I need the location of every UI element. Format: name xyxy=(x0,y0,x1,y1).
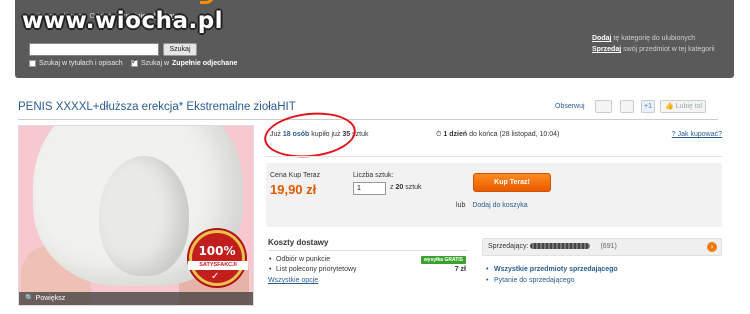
buy-now-button[interactable]: Kup Teraz! xyxy=(473,173,551,192)
facebook-like-button[interactable]: 👍 Lubię to! xyxy=(660,100,706,113)
shipping-amount: 7 zł xyxy=(454,266,466,273)
title-divider xyxy=(18,119,718,120)
seller-links: Wszystkie przedmioty sprzedającego Pytan… xyxy=(486,264,618,286)
shipping-option-label: Odbiór w punkcie xyxy=(276,256,331,263)
clock-icon: ⏱ xyxy=(436,131,442,138)
quantity-of-count: 20 xyxy=(395,184,404,191)
time-left-value: 1 dzień xyxy=(443,131,468,138)
titles-checkbox[interactable] xyxy=(29,60,36,67)
category-checkbox[interactable] xyxy=(131,57,138,67)
sell-link[interactable]: Sprzedaj xyxy=(592,46,621,53)
search-option-titles[interactable]: Szukaj w tytułach i opisach xyxy=(29,60,123,67)
check-icon: ✓ xyxy=(211,271,220,282)
badge-percent: 100% xyxy=(198,244,236,258)
quantity-label: Liczba sztuk: xyxy=(353,172,394,179)
quantity-input[interactable] xyxy=(353,182,386,195)
time-left-text: do końca (28 listopad, 10:04) xyxy=(469,131,560,138)
like-label: Lubię to! xyxy=(675,103,703,110)
add-to-cart-link[interactable]: Dodaj do koszyka xyxy=(472,202,527,209)
quantity-of-prefix: z xyxy=(390,184,394,191)
help-icon: ? xyxy=(671,131,676,138)
or-label: lub xyxy=(456,202,466,209)
shipping-row: List polecony priorytetowy 7 zł xyxy=(268,265,468,275)
twitter-share-icon[interactable] xyxy=(620,100,634,113)
badge-text: SATYSFAKCJI xyxy=(188,261,248,270)
zoom-bar[interactable]: 🔍 Powiększ xyxy=(19,292,253,305)
free-shipping-badge: wysyłka GRATIS xyxy=(420,256,466,264)
seller-items-link[interactable]: Wszystkie przedmioty sprzedającego xyxy=(486,264,618,275)
category-actions: Dodaj tę kategorię do ulubionych Sprzeda… xyxy=(592,33,726,55)
category-checkbox-name: Zupełnie odjechane xyxy=(172,60,238,67)
search-button[interactable]: Szukaj xyxy=(163,43,197,56)
sell-text: swój przedmiot w tej kategorii xyxy=(623,46,715,53)
ask-seller-link[interactable]: Pytanie do sprzedającego xyxy=(486,275,618,286)
seller-box[interactable]: Sprzedający: (691) › xyxy=(482,238,722,256)
google-plus-button[interactable]: +1 xyxy=(641,100,655,113)
shipping-row: Odbiór w punkcie wysyłka GRATIS xyxy=(268,255,468,265)
magnifier-icon: 🔍 xyxy=(25,295,34,302)
category-checkbox-prefix: Szukaj w xyxy=(141,60,170,67)
satisfaction-badge: 100% SATYSFAKCJI ✓ xyxy=(188,230,248,286)
seller-rating-count: (691) xyxy=(600,243,617,250)
quantity-of-unit: sztuk xyxy=(405,184,422,191)
how-to-buy-label: Jak kupować? xyxy=(677,131,722,138)
seller-label: Sprzedający: xyxy=(488,243,529,250)
shipping-section: Koszty dostawy Odbiór w punkcie wysyłka … xyxy=(268,238,468,284)
quantity-available: z 20 sztuk xyxy=(390,184,422,191)
shipping-title: Koszty dostawy xyxy=(268,238,468,251)
thumbs-up-icon: 👍 xyxy=(665,103,674,110)
info-divider xyxy=(266,156,722,157)
item-title: PENIS XXXXL+dłuższa erekcja* Ekstremalne… xyxy=(18,101,296,113)
mail-share-icon[interactable] xyxy=(595,100,612,113)
watermark: www.wiocha.pl xyxy=(22,8,224,34)
titles-checkbox-label: Szukaj w tytułach i opisach xyxy=(39,60,123,67)
arrow-right-icon[interactable]: › xyxy=(707,242,717,252)
photo-bulge xyxy=(99,156,189,276)
search-option-category[interactable]: Szukaj w Zupełnie odjechane xyxy=(131,57,238,67)
zoom-label: Powiększ xyxy=(35,295,66,302)
add-to-cart-row: lub Dodaj do koszyka xyxy=(456,202,528,209)
product-photo[interactable]: 100% SATYSFAKCJI ✓ 🔍 Powiększ xyxy=(18,125,254,306)
observe-link[interactable]: Obserwuj xyxy=(555,103,585,110)
time-left: ⏱ 1 dzień do końca (28 listopad, 10:04) xyxy=(436,131,559,139)
price-label: Cena Kup Teraz xyxy=(270,172,321,179)
search-input[interactable] xyxy=(29,43,159,56)
purchase-box: Cena Kup Teraz 19,90 zł Liczba sztuk: z … xyxy=(266,163,722,227)
annotation-circle xyxy=(261,108,359,162)
add-favorite-text: tę kategorię do ulubionych xyxy=(613,35,696,42)
price-value: 19,90 zł xyxy=(270,182,317,197)
shipping-option-label: List polecony priorytetowy xyxy=(276,266,357,273)
all-shipping-options-link[interactable]: Wszystkie opcje xyxy=(268,277,318,284)
redacted-seller-name xyxy=(530,243,591,250)
add-favorite-link[interactable]: Dodaj xyxy=(592,35,611,42)
how-to-buy-link[interactable]: ? Jak kupować? xyxy=(672,131,722,138)
